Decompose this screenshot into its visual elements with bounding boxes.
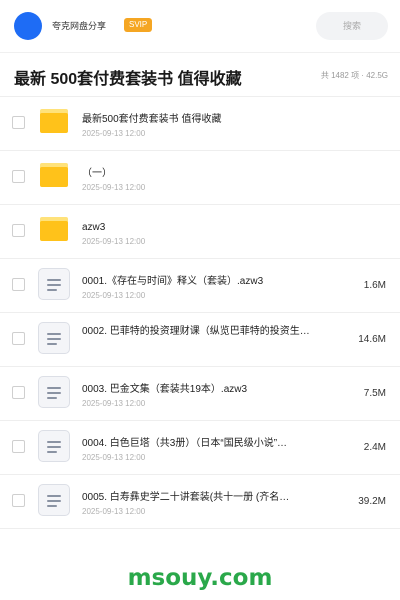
item-size: 39.2M [358, 496, 386, 507]
list-item[interactable]: azw3 2025-09-13 12:00 [0, 205, 400, 259]
item-name: （一） [82, 168, 112, 179]
select-checkbox[interactable] [12, 440, 25, 453]
document-icon [38, 484, 70, 516]
page-header: 最新 500套付费套装书 值得收藏 共 1482 项 · 42.5G [0, 52, 400, 97]
item-name: 0001.《存在与时间》释义（套装）.azw3 [82, 276, 264, 287]
item-name: azw3 [82, 222, 106, 233]
item-name: 0003. 巴金文集（套装共19本）.azw3 [82, 384, 248, 395]
select-checkbox[interactable] [12, 116, 25, 129]
list-item[interactable]: 0004. 白色巨塔（共3册）（日本“国民级小说”… 2025-09-13 12… [0, 421, 400, 475]
app-name: 夸克网盘分享 [52, 21, 107, 31]
list-item[interactable]: 0005. 白寿彝史学二十讲套装(共十一册 (齐名… 2025-09-13 12… [0, 475, 400, 529]
avatar[interactable] [14, 12, 42, 40]
document-icon [38, 376, 70, 408]
item-size: 1.6M [363, 280, 386, 291]
item-date: 2025-09-13 12:00 [82, 291, 146, 300]
item-date: 2025-09-13 12:00 [82, 453, 146, 462]
svip-badge: SVIP [124, 18, 153, 32]
file-list: 最新500套付费套装书 值得收藏 2025-09-13 12:00 （一） 20… [0, 97, 400, 529]
item-size: 2.4M [363, 442, 386, 453]
select-checkbox[interactable] [12, 170, 25, 183]
list-item[interactable]: （一） 2025-09-13 12:00 [0, 151, 400, 205]
select-checkbox[interactable] [12, 278, 25, 291]
item-date: 2025-09-13 12:00 [82, 399, 146, 408]
item-name: 0005. 白寿彝史学二十讲套装(共十一册 (齐名… [82, 492, 290, 503]
select-checkbox[interactable] [12, 386, 25, 399]
select-checkbox[interactable] [12, 494, 25, 507]
document-icon [38, 322, 70, 354]
item-date: 2025-09-13 12:00 [82, 237, 146, 246]
list-item[interactable]: 最新500套付费套装书 值得收藏 2025-09-13 12:00 [0, 97, 400, 151]
document-icon [38, 430, 70, 462]
search-input[interactable]: 搜索 [316, 12, 388, 40]
item-size: 14.6M [358, 334, 386, 345]
document-icon [38, 268, 70, 300]
list-item[interactable]: 0003. 巴金文集（套装共19本）.azw3 2025-09-13 12:00… [0, 367, 400, 421]
top-bar: 夸克网盘分享 SVIP 搜索 [0, 0, 400, 53]
item-name: 0002. 巴菲特的投资理财课（纵览巴菲特的投资生… [82, 326, 310, 337]
item-date: 2025-09-13 12:00 [82, 183, 146, 192]
item-size: 7.5M [363, 388, 386, 399]
item-name: 0004. 白色巨塔（共3册）（日本“国民级小说”… [82, 438, 288, 449]
folder-icon [40, 163, 68, 187]
item-name: 最新500套付费套装书 值得收藏 [82, 114, 222, 125]
watermark-brand: msouy.com [127, 565, 273, 591]
list-item[interactable]: 0001.《存在与时间》释义（套装）.azw3 2025-09-13 12:00… [0, 259, 400, 313]
folder-icon [40, 217, 68, 241]
page-title: 最新 500套付费套装书 值得收藏 [14, 71, 242, 88]
folder-icon [40, 109, 68, 133]
item-date: 2025-09-13 12:00 [82, 507, 146, 516]
item-date: 2025-09-13 12:00 [82, 129, 146, 138]
select-checkbox[interactable] [12, 224, 25, 237]
item-count-summary: 共 1482 项 · 42.5G [320, 71, 388, 80]
list-item[interactable]: 0002. 巴菲特的投资理财课（纵览巴菲特的投资生… 14.6M [0, 313, 400, 367]
select-checkbox[interactable] [12, 332, 25, 345]
